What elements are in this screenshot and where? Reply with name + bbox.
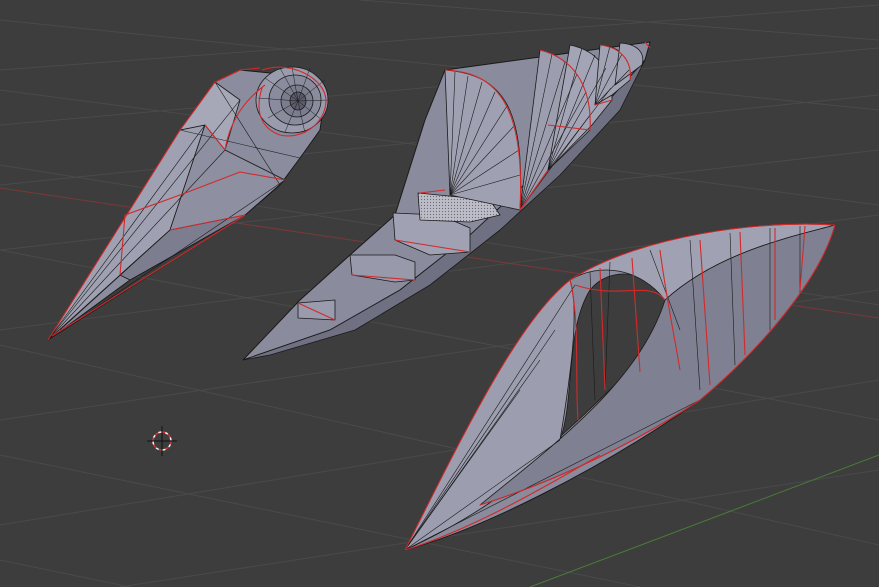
3d-viewport[interactable] xyxy=(0,0,879,587)
cone-mesh-object[interactable] xyxy=(47,66,329,341)
y-axis-line xyxy=(529,454,879,587)
leaf-mesh-object[interactable] xyxy=(404,223,836,551)
3d-cursor-icon[interactable] xyxy=(147,426,177,456)
